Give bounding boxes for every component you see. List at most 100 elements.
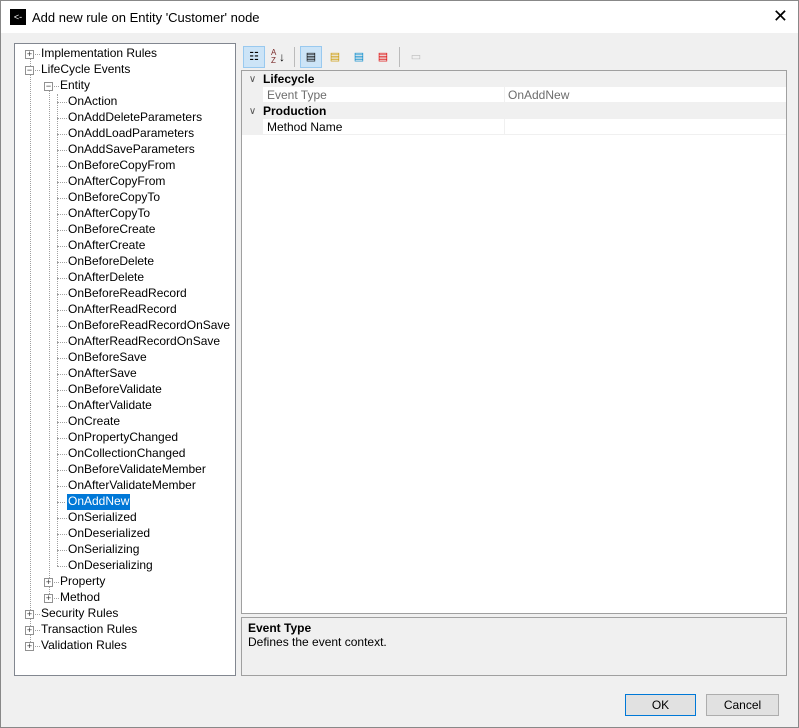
toolbar-separator (294, 46, 295, 67)
tree-item[interactable]: OnBeforeValidate (15, 382, 235, 398)
chevron-down-icon[interactable]: ∨ (242, 74, 263, 85)
tree-item-label: OnBeforeCopyTo (68, 190, 161, 204)
tree-item[interactable]: OnSerialized (15, 510, 235, 526)
collapse-icon[interactable]: − (44, 82, 53, 91)
tree-connector (57, 294, 67, 295)
tree-item[interactable]: OnSerializing (15, 542, 235, 558)
add-property-button[interactable]: ▤ (372, 46, 394, 68)
categorized-button[interactable]: ☷ (243, 45, 265, 68)
expand-icon[interactable]: + (44, 594, 53, 603)
tree-connector (57, 182, 67, 183)
tree-item[interactable]: OnAfterDelete (15, 270, 235, 286)
tree-item[interactable]: OnDeserializing (15, 558, 235, 574)
expand-icon[interactable]: + (44, 578, 53, 587)
tree-item-label: OnAfterReadRecord (68, 302, 177, 316)
collapse-icon[interactable]: − (25, 66, 34, 75)
close-button[interactable]: ✕ (773, 7, 788, 25)
tree-connector (57, 310, 67, 311)
tree-item[interactable]: OnAddSaveParameters (15, 142, 235, 158)
tree-connector (57, 518, 67, 519)
cancel-button[interactable]: Cancel (706, 694, 779, 716)
tree-item[interactable]: OnBeforeSave (15, 350, 235, 366)
tree-item[interactable]: OnAction (15, 94, 235, 110)
tree-item[interactable]: + Transaction Rules (15, 622, 235, 638)
tree-item[interactable]: + Implementation Rules (15, 46, 235, 62)
tree-connector (57, 246, 67, 247)
tree-item[interactable]: OnAfterReadRecord (15, 302, 235, 318)
method-name-input[interactable] (505, 119, 786, 134)
tree-connector (57, 374, 67, 375)
category-label: Production (263, 104, 327, 118)
ok-button[interactable]: OK (625, 694, 696, 716)
tree-item[interactable]: OnBeforeCopyFrom (15, 158, 235, 174)
rule-tree[interactable]: + Implementation Rules − LifeCycle Events − E… (14, 43, 236, 676)
tree-item[interactable]: − LifeCycle Events (15, 62, 235, 78)
tree-item[interactable]: OnCollectionChanged (15, 446, 235, 462)
expand-icon[interactable]: + (25, 610, 34, 619)
tree-item-label: OnSerialized (68, 510, 137, 524)
tree-connector (57, 118, 67, 119)
tree-item-label: OnAfterSave (68, 366, 137, 380)
tree-item[interactable]: OnBeforeValidateMember (15, 462, 235, 478)
tree-item[interactable]: OnBeforeDelete (15, 254, 235, 270)
tree-item[interactable]: OnAfterSave (15, 366, 235, 382)
tree-item-label: OnBeforeDelete (68, 254, 155, 268)
tree-item[interactable]: OnAddLoadParameters (15, 126, 235, 142)
category-production[interactable]: ∨ Production (242, 103, 786, 119)
tree-item-label: OnDeserializing (68, 558, 153, 572)
tree-connector (57, 262, 67, 263)
tree-item[interactable]: − Entity (15, 78, 235, 94)
property-pages-icon: ▭ (410, 51, 422, 63)
tree-item[interactable]: OnBeforeReadRecord (15, 286, 235, 302)
tree-item[interactable]: OnAfterCreate (15, 238, 235, 254)
tree-connector (57, 486, 67, 487)
tree-item-label: Transaction Rules (41, 622, 138, 636)
tree-item[interactable]: OnDeserialized (15, 526, 235, 542)
tree-item[interactable]: OnAfterCopyFrom (15, 174, 235, 190)
tree-item[interactable]: OnBeforeCreate (15, 222, 235, 238)
tree-item-label: OnCollectionChanged (68, 446, 186, 460)
tree-connector (57, 134, 67, 135)
tree-item[interactable]: OnPropertyChanged (15, 430, 235, 446)
tree-item-label: Property (60, 574, 106, 588)
tree-item[interactable]: OnAfterCopyTo (15, 206, 235, 222)
tree-item[interactable]: OnAfterValidateMember (15, 478, 235, 494)
chevron-down-icon[interactable]: ∨ (242, 106, 263, 117)
tree-connector (57, 198, 67, 199)
tree-item[interactable]: OnAfterReadRecordOnSave (15, 334, 235, 350)
tree-item[interactable]: OnAddNew (15, 493, 235, 511)
tree-item[interactable]: + Security Rules (15, 606, 235, 622)
tree-item-label: LifeCycle Events (41, 62, 131, 76)
tree-item[interactable]: OnAfterValidate (15, 398, 235, 414)
expand-icon[interactable]: + (25, 626, 34, 635)
properties-button[interactable]: ▤ (300, 45, 322, 68)
tree-connector (57, 326, 67, 327)
events-button[interactable]: ▤ (324, 46, 346, 68)
category-lifecycle[interactable]: ∨ Lifecycle (242, 71, 786, 87)
property-row-method-name[interactable]: Method Name (242, 119, 786, 135)
tree-item[interactable]: + Validation Rules (15, 638, 235, 654)
tree-connector (57, 550, 67, 551)
tree-connector (57, 534, 67, 535)
tree-item[interactable]: + Method (15, 590, 235, 606)
tree-connector (57, 230, 67, 231)
tree-item-label: Implementation Rules (41, 46, 158, 60)
expand-icon[interactable]: + (25, 642, 34, 651)
tree-item-label: OnAddSaveParameters (68, 142, 195, 156)
property-row-event-type[interactable]: Event Type OnAddNew (242, 87, 786, 103)
tree-item-label: OnCreate (68, 414, 121, 428)
window-title: Add new rule on Entity 'Customer' node (32, 9, 260, 25)
property-grid: ☷ A Z ↓ ▤ ▤ ▤ ▤ ▭ ∨ Lifecycle Event Type On… (241, 43, 787, 614)
alphabetical-button[interactable]: A Z ↓ (267, 46, 289, 68)
tree-item-label: OnAfterValidate (68, 398, 152, 412)
list-add-icon: ▤ (377, 51, 389, 63)
tree-item[interactable]: OnBeforeReadRecordOnSave (15, 318, 235, 334)
categorized-icon: ☷ (249, 51, 259, 63)
tree-item[interactable]: OnBeforeCopyTo (15, 190, 235, 206)
expand-icon[interactable]: + (25, 50, 34, 59)
tree-item[interactable]: + Property (15, 574, 235, 590)
tree-item[interactable]: OnCreate (15, 414, 235, 430)
property-view-button[interactable]: ▤ (348, 46, 370, 68)
category-label: Lifecycle (263, 72, 315, 86)
tree-item[interactable]: OnAddDeleteParameters (15, 110, 235, 126)
